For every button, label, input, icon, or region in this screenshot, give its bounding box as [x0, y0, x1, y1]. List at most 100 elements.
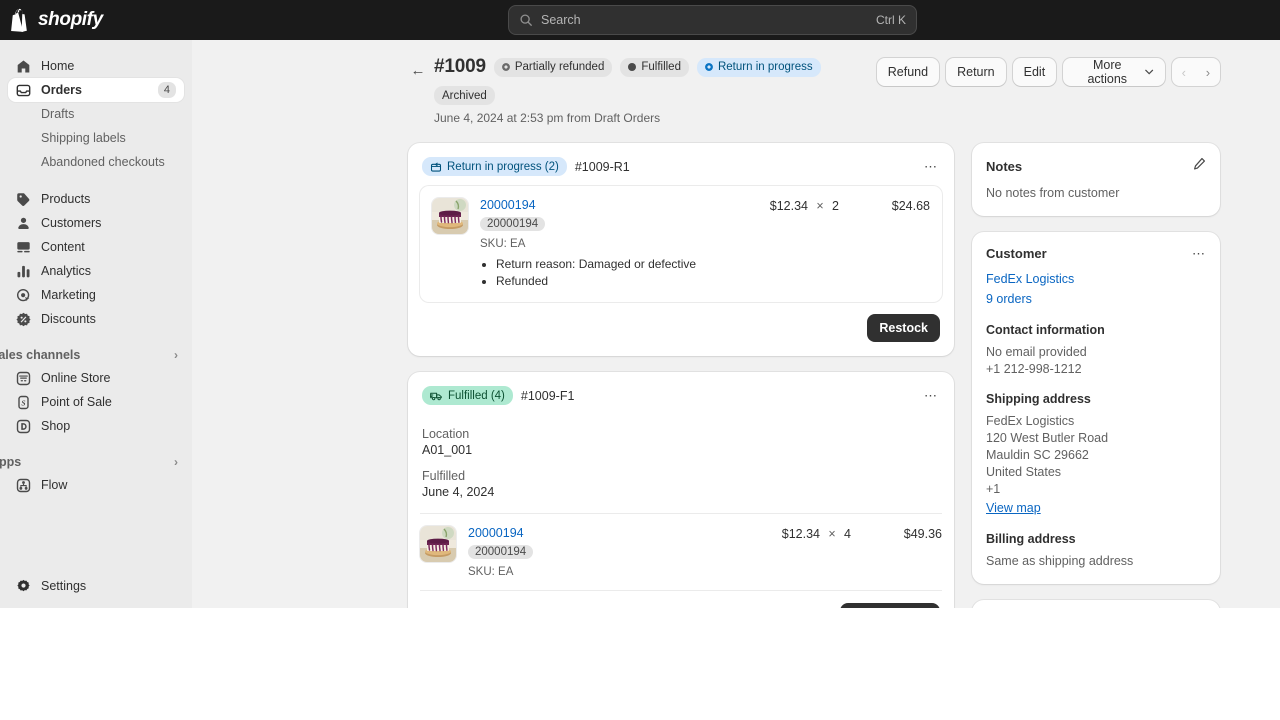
page-header: ← #1009 Partially refunded Fulfilled Ret — [408, 56, 1220, 125]
more-actions-button[interactable]: More actions — [1063, 58, 1165, 86]
sidebar-item-customers[interactable]: Customers — [8, 211, 184, 235]
sidebar-item-label: Online Store — [41, 371, 111, 385]
shopify-wordmark: shopify — [38, 9, 103, 30]
return-status-badge: Return in progress (2) — [422, 157, 567, 176]
product-variant-badge: 20000194 — [468, 545, 534, 559]
sidebar-item-label: Marketing — [41, 288, 96, 302]
customer-orders-link[interactable]: 9 orders — [986, 289, 1206, 309]
top-bar: shopify Ctrl K — [0, 0, 1280, 40]
sidebar-item-online-store[interactable]: Online Store — [8, 366, 184, 390]
chevron-down-icon — [1145, 69, 1154, 75]
sidebar-item-flow[interactable]: Flow — [8, 473, 184, 497]
add-tracking-button[interactable]: Add tracking — [839, 603, 940, 608]
previous-order-button: ‹ — [1181, 64, 1186, 80]
sidebar-item-shop[interactable]: Shop — [8, 414, 184, 438]
sidebar-item-abandoned-checkouts[interactable]: Abandoned checkouts — [8, 150, 184, 174]
sidebar-item-drafts[interactable]: Drafts — [8, 102, 184, 126]
status-badge-fulfilled: Fulfilled — [620, 57, 689, 77]
line-total: $24.68 — [891, 199, 930, 213]
restock-button[interactable]: Restock — [867, 314, 940, 342]
refund-button[interactable]: Refund — [876, 58, 940, 86]
shipping-line: Mauldin SC 29662 — [986, 448, 1089, 462]
content-icon — [17, 241, 30, 252]
billing-address-value: Same as shipping address — [986, 554, 1134, 568]
sidebar-section-apps[interactable]: Apps › — [0, 451, 192, 473]
status-badge-partially-refunded: Partially refunded — [493, 57, 613, 77]
sidebar-item-home[interactable]: Home — [8, 54, 184, 78]
status-badge-return-in-progress: Return in progress — [696, 57, 821, 77]
product-title-link[interactable]: 20000194 — [468, 526, 762, 540]
customer-name-link[interactable]: FedEx Logistics — [986, 269, 1206, 289]
primary-column: Return in progress (2) #1009-R1 ⋯ 200001… — [408, 143, 954, 608]
return-card: Return in progress (2) #1009-R1 ⋯ 200001… — [408, 143, 954, 356]
shipping-line: 120 West Butler Road — [986, 431, 1109, 445]
fulfilled-date-value: June 4, 2024 — [422, 485, 495, 499]
sidebar-item-marketing[interactable]: Marketing — [8, 283, 184, 307]
customer-card-header: Customer ⋯ — [986, 246, 1206, 261]
fulfillment-card-header: Fulfilled (4) #1009-F1 ⋯ — [408, 372, 954, 415]
shipping-line: United States — [986, 465, 1062, 479]
fulfillment-card-menu-button[interactable]: ⋯ — [922, 389, 940, 402]
shipping-line: +1 — [986, 482, 1001, 496]
sidebar-item-orders[interactable]: Orders 4 — [8, 78, 184, 102]
settings-row: Settings — [0, 574, 192, 598]
sidebar-item-label: Discounts — [41, 312, 96, 326]
search-input[interactable] — [541, 13, 868, 27]
shopify-bag-icon — [11, 8, 27, 32]
shopify-logo[interactable]: shopify — [0, 8, 103, 32]
customer-card: Customer ⋯ FedEx Logistics 9 orders Cont… — [972, 232, 1220, 584]
unit-price: $12.34 — [781, 527, 820, 541]
sidebar-item-label: Home — [41, 59, 75, 73]
return-card-menu-button[interactable]: ⋯ — [922, 160, 940, 173]
order-title-block: #1009 Partially refunded Fulfilled Retur… — [434, 56, 877, 125]
product-thumbnail[interactable] — [420, 526, 456, 562]
discount-icon — [16, 312, 31, 326]
next-order-button[interactable]: › — [1196, 58, 1220, 86]
customer-email: No email provided — [986, 345, 1087, 359]
back-button[interactable]: ← — [408, 60, 428, 80]
chevron-right-icon: › — [174, 348, 178, 362]
status-badge-archived: Archived — [434, 86, 495, 105]
product-title-link[interactable]: 20000194 — [480, 198, 750, 212]
fulfillment-reference: #1009-F1 — [520, 388, 575, 403]
sidebar-item-content[interactable]: Content — [8, 235, 184, 259]
global-search[interactable]: Ctrl K — [508, 5, 917, 35]
sidebar-section-label: Sales channels — [0, 348, 81, 362]
product-thumbnail[interactable] — [432, 198, 468, 234]
sidebar-item-discounts[interactable]: Discounts — [8, 307, 184, 331]
cheesecake-image — [432, 198, 468, 234]
return-notes-list: Return reason: Damaged or defective Refu… — [496, 256, 750, 290]
line-item-pricing: $12.34 × 2 $24.68 — [762, 198, 930, 290]
sidebar-item-settings[interactable]: Settings — [8, 574, 184, 598]
location-value: A01_001 — [422, 443, 473, 457]
sidebar-item-label: Point of Sale — [41, 395, 112, 409]
shipping-address-title: Shipping address — [986, 392, 1091, 406]
sidebar-item-label: Settings — [41, 579, 87, 593]
sidebar-item-shipping-labels[interactable]: Shipping labels — [8, 126, 184, 150]
view-map-link[interactable]: View map — [986, 498, 1206, 518]
customer-card-menu-button[interactable]: ⋯ — [1192, 247, 1206, 260]
sidebar-item-analytics[interactable]: Analytics — [8, 259, 184, 283]
billing-address-title: Billing address — [986, 532, 1076, 546]
pos-icon: S — [18, 395, 29, 409]
list-item: Return reason: Damaged or defective — [496, 256, 750, 273]
edit-button[interactable]: Edit — [1012, 58, 1057, 86]
orders-count-badge: 4 — [157, 82, 176, 98]
badge-label: Fulfilled (4) — [448, 389, 505, 402]
sidebar-item-products[interactable]: Products — [8, 187, 184, 211]
sidebar-item-point-of-sale[interactable]: S Point of Sale — [8, 390, 184, 414]
chevron-right-icon: › — [174, 455, 178, 469]
line-total: $49.36 — [903, 527, 942, 541]
return-button[interactable]: Return — [946, 58, 1006, 86]
shopify-admin-window: shopify Ctrl K Home Orders 4 — [0, 0, 1280, 608]
sidebar-section-sales-channels[interactable]: Sales channels › — [0, 344, 192, 366]
edit-notes-button[interactable] — [1192, 157, 1206, 176]
svg-text:S: S — [21, 398, 25, 407]
cheesecake-image — [420, 526, 456, 562]
fulfilled-date-label: Fulfilled — [422, 469, 466, 483]
sidebar-item-label: Orders — [41, 83, 82, 97]
truck-icon — [430, 392, 442, 400]
main-content: ← #1009 Partially refunded Fulfilled Ret — [192, 40, 1280, 608]
